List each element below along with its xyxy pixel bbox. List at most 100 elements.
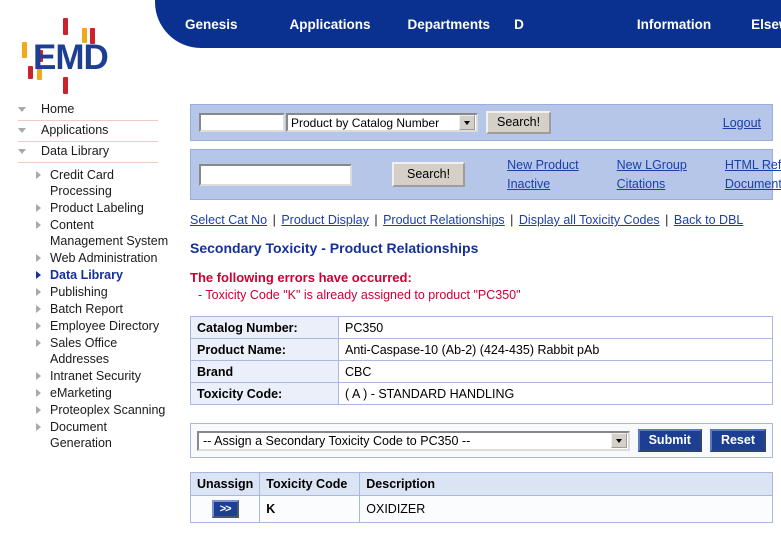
emd-logo: EMD	[10, 14, 150, 94]
sidebar-item-label: Credit Card Processing	[50, 167, 170, 199]
search-button-secondary[interactable]: Search!	[392, 162, 465, 187]
sidebar: Home Applications Data Library Credit Ca…	[0, 100, 172, 452]
nav-item-information[interactable]: Information	[637, 17, 711, 32]
catalog-search-input[interactable]	[199, 113, 285, 132]
nav-item-d[interactable]: D	[514, 17, 524, 32]
chevron-right-icon	[36, 271, 41, 279]
sidebar-item-web-administration[interactable]: Web Administration	[36, 250, 172, 266]
sidebar-item-label: Web Administration	[50, 250, 157, 266]
search-button-primary[interactable]: Search!	[486, 111, 551, 134]
page-root: EMD Genesis Applications Departments D I…	[0, 0, 781, 540]
row-label: Product Name:	[191, 339, 339, 361]
chevron-down-icon[interactable]	[611, 433, 627, 448]
chevron-right-icon	[36, 204, 41, 212]
assign-toxicity-select[interactable]: -- Assign a Secondary Toxicity Code to P…	[197, 431, 630, 451]
sidebar-item-label: Sales Office Addresses	[50, 335, 170, 367]
link-new-lgroup[interactable]: New LGroup	[617, 158, 687, 172]
breadcrumb: Select Cat No | Product Display | Produc…	[190, 213, 773, 227]
sidebar-item-data-library[interactable]: Data Library	[18, 142, 158, 163]
chevron-right-icon	[36, 339, 41, 347]
sidebar-item-applications[interactable]: Applications	[18, 121, 158, 142]
breadcrumb-separator: |	[505, 213, 519, 227]
sidebar-item-label: Data Library	[50, 267, 123, 283]
sidebar-item-label: Employee Directory	[50, 318, 159, 334]
submit-button[interactable]: Submit	[638, 429, 702, 452]
search-type-select[interactable]: Product by Catalog Number	[286, 113, 478, 132]
assign-toxicity-bar: -- Assign a Secondary Toxicity Code to P…	[190, 423, 773, 458]
column-header-toxicity-code: Toxicity Code	[260, 473, 360, 496]
breadcrumb-separator: |	[660, 213, 674, 227]
logo-wordmark: EMD	[33, 38, 108, 78]
unassign-button[interactable]: >>	[212, 500, 239, 518]
search-panel-secondary: Search! New Product Inactive New LGroup …	[190, 149, 773, 200]
column-header-unassign: Unassign	[191, 473, 260, 496]
sidebar-item-document-generation[interactable]: Document Generation	[36, 419, 172, 451]
link-product-display[interactable]: Product Display	[281, 213, 369, 227]
sidebar-item-proteoplex-scanning[interactable]: Proteoplex Scanning	[36, 402, 172, 418]
error-title: The following errors have occurred:	[190, 270, 773, 285]
row-value: CBC	[339, 361, 773, 383]
link-back-to-dbl[interactable]: Back to DBL	[674, 213, 743, 227]
table-header-row: Unassign Toxicity Code Description	[191, 473, 773, 496]
nav-item-applications[interactable]: Applications	[290, 17, 371, 32]
breadcrumb-separator: |	[369, 213, 383, 227]
chevron-right-icon	[36, 423, 41, 431]
main-content: Product by Catalog Number Search! Logout…	[190, 104, 773, 523]
sidebar-item-product-labeling[interactable]: Product Labeling	[36, 200, 172, 216]
table-row: >> K OXIDIZER	[191, 496, 773, 523]
sidebar-item-label: Intranet Security	[50, 368, 141, 384]
sidebar-item-content-management-system[interactable]: Content Management System	[36, 217, 172, 249]
sidebar-item-batch-report[interactable]: Batch Report	[36, 301, 172, 317]
chevron-down-icon	[18, 149, 26, 154]
logo-bar-red-top	[63, 18, 68, 35]
link-html-ref[interactable]: HTML Ref	[725, 158, 781, 172]
link-product-relationships[interactable]: Product Relationships	[383, 213, 505, 227]
chevron-right-icon	[36, 389, 41, 397]
chevron-right-icon	[36, 406, 41, 414]
link-new-product[interactable]: New Product	[507, 158, 579, 172]
chevron-down-icon[interactable]	[459, 115, 475, 130]
row-value: ( A ) - STANDARD HANDLING	[339, 383, 773, 405]
cell-toxicity-code: K	[260, 496, 360, 523]
error-item: - Toxicity Code "K" is already assigned …	[190, 288, 773, 302]
column-header-description: Description	[360, 473, 773, 496]
logo-bar-orange-left	[22, 42, 27, 58]
search-panel-primary: Product by Catalog Number Search! Logout	[190, 104, 773, 141]
table-row: Product Name: Anti-Caspase-10 (Ab-2) (42…	[191, 339, 773, 361]
link-documentation[interactable]: Documentation	[725, 177, 781, 191]
nav-item-genesis[interactable]: Genesis	[185, 17, 238, 32]
sidebar-item-label: Content Management System	[50, 217, 170, 249]
cell-unassign: >>	[191, 496, 260, 523]
sidebar-sub-list: Credit Card Processing Product Labeling …	[0, 167, 172, 451]
sidebar-item-label: eMarketing	[50, 385, 112, 401]
keyword-search-input[interactable]	[199, 164, 352, 186]
sidebar-item-emarketing[interactable]: eMarketing	[36, 385, 172, 401]
sidebar-item-home[interactable]: Home	[18, 100, 158, 121]
quick-links-col-1: New Product Inactive	[507, 158, 579, 191]
link-display-all-toxicity-codes[interactable]: Display all Toxicity Codes	[519, 213, 660, 227]
sidebar-item-publishing[interactable]: Publishing	[36, 284, 172, 300]
sidebar-item-credit-card-processing[interactable]: Credit Card Processing	[36, 167, 172, 199]
sidebar-item-label: Batch Report	[50, 301, 123, 317]
logout-link[interactable]: Logout	[723, 116, 764, 130]
link-citations[interactable]: Citations	[617, 177, 687, 191]
sidebar-item-label: Product Labeling	[50, 200, 144, 216]
sidebar-item-label: Home	[41, 102, 74, 117]
link-inactive[interactable]: Inactive	[507, 177, 579, 191]
link-select-cat-no[interactable]: Select Cat No	[190, 213, 267, 227]
nav-item-elsewhere[interactable]: Elsewhere...	[751, 17, 781, 32]
sidebar-item-data-library-active[interactable]: Data Library	[36, 267, 172, 283]
top-navigation-bar: Genesis Applications Departments D Infor…	[155, 0, 781, 48]
sidebar-item-intranet-security[interactable]: Intranet Security	[36, 368, 172, 384]
sidebar-item-label: Applications	[41, 123, 108, 138]
sidebar-item-label: Publishing	[50, 284, 108, 300]
sidebar-item-sales-office-addresses[interactable]: Sales Office Addresses	[36, 335, 172, 367]
nav-item-departments[interactable]: Departments	[408, 17, 491, 32]
reset-button[interactable]: Reset	[710, 429, 766, 452]
chevron-right-icon	[36, 221, 41, 229]
chevron-right-icon	[36, 372, 41, 380]
page-title: Secondary Toxicity - Product Relationshi…	[190, 240, 773, 256]
chevron-right-icon	[36, 171, 41, 179]
product-info-table: Catalog Number: PC350 Product Name: Anti…	[190, 316, 773, 405]
sidebar-item-employee-directory[interactable]: Employee Directory	[36, 318, 172, 334]
